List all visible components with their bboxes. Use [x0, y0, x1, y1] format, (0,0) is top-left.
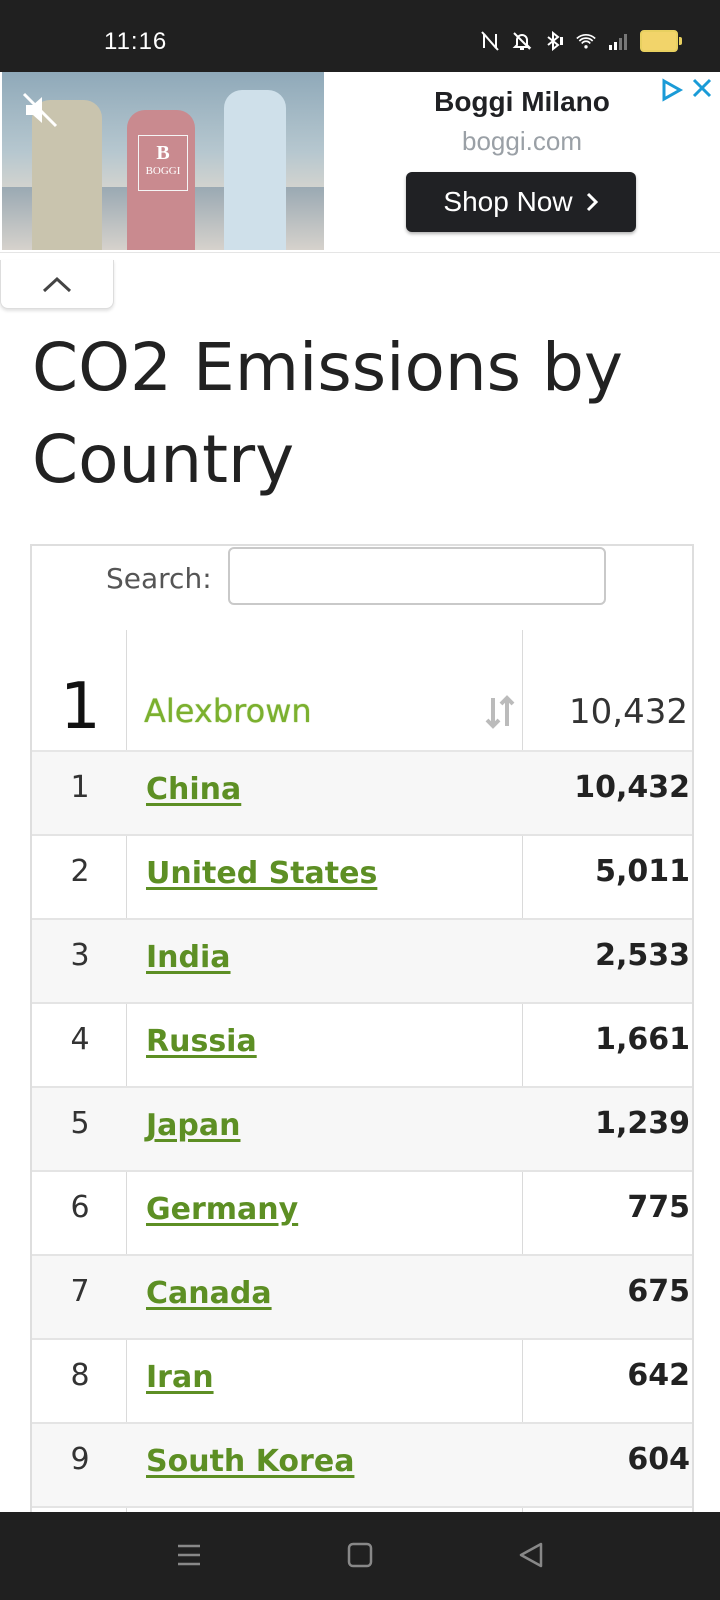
battery-icon — [640, 30, 682, 52]
table-header: 1 Alexbrown 10,432 — [32, 630, 692, 754]
page-title: CO2 Emissions by Country — [32, 329, 623, 498]
navigation-bar — [0, 1512, 720, 1600]
row-value: 604 — [627, 1442, 690, 1477]
header-rank: 1 — [60, 670, 101, 744]
status-time: 11:16 — [104, 28, 168, 55]
row-value: 642 — [627, 1358, 690, 1393]
row-value: 1,239 — [595, 1106, 690, 1141]
country-link[interactable]: United States — [146, 856, 377, 891]
row-value: 675 — [627, 1274, 690, 1309]
country-link[interactable]: Iran — [146, 1360, 214, 1395]
header-value: 10,432 — [569, 692, 688, 732]
menu-icon[interactable] — [176, 1540, 202, 1570]
close-icon[interactable] — [690, 76, 714, 100]
ad-url[interactable]: boggi.com — [324, 126, 720, 157]
search-input[interactable] — [228, 547, 606, 605]
ad-banner[interactable]: B BOGGI Boggi Milano boggi.com Shop Now — [0, 72, 720, 253]
mute-icon[interactable] — [20, 90, 60, 130]
row-value: 2,533 — [595, 938, 690, 973]
emissions-table: Search: 1 Alexbrown 10,432 1 China 10,43… — [30, 544, 694, 1512]
country-link[interactable]: Japan — [146, 1108, 240, 1143]
table-row: 9 South Korea 604 — [32, 1424, 692, 1508]
shop-now-button[interactable]: Shop Now — [406, 172, 636, 232]
collapse-ad-button[interactable] — [0, 260, 114, 309]
country-link[interactable]: Germany — [146, 1192, 298, 1227]
search-label: Search: — [106, 562, 212, 595]
table-row: 8 Iran 642 — [32, 1340, 692, 1424]
signal-icon — [609, 34, 627, 50]
back-triangle-icon[interactable] — [518, 1540, 544, 1570]
country-link[interactable]: South Korea — [146, 1444, 354, 1479]
row-rank: 1 — [70, 770, 90, 805]
home-square-icon[interactable] — [347, 1540, 373, 1570]
country-link[interactable]: China — [146, 772, 241, 807]
brand-badge: B BOGGI — [138, 135, 188, 191]
row-value: 10,432 — [574, 770, 690, 805]
nfc-off-icon — [481, 31, 499, 51]
row-rank: 7 — [70, 1274, 90, 1309]
row-rank: 2 — [70, 854, 90, 889]
chevron-up-icon — [42, 276, 72, 293]
bell-off-icon — [512, 32, 532, 50]
brand-badge-text: BOGGI — [145, 165, 181, 177]
row-value: 775 — [627, 1190, 690, 1225]
table-row: 2 United States 5,011 — [32, 836, 692, 920]
table-row: 5 Japan 1,239 — [32, 1088, 692, 1172]
row-rank: 9 — [70, 1442, 90, 1477]
shop-now-label: Shop Now — [443, 186, 573, 217]
row-rank: 6 — [70, 1190, 90, 1225]
bluetooth-icon — [547, 31, 563, 51]
table-body: 1 China 10,432 2 United States 5,011 3 I… — [32, 752, 692, 1508]
country-link[interactable]: Canada — [146, 1276, 272, 1311]
row-rank: 5 — [70, 1106, 90, 1141]
header-name-sortable[interactable]: Alexbrown — [144, 692, 312, 730]
table-row: 4 Russia 1,661 — [32, 1004, 692, 1088]
country-link[interactable]: Russia — [146, 1024, 257, 1059]
ad-image[interactable]: B BOGGI — [2, 72, 324, 250]
table-row: 7 Canada 675 — [32, 1256, 692, 1340]
status-bar: 11:16 — [0, 0, 720, 72]
row-rank: 4 — [70, 1022, 90, 1057]
row-rank: 8 — [70, 1358, 90, 1393]
status-icons — [480, 30, 682, 52]
brand-badge-letter: B — [156, 142, 170, 164]
table-row: 3 India 2,533 — [32, 920, 692, 1004]
sort-icon[interactable] — [484, 694, 516, 730]
wifi-icon — [576, 34, 596, 49]
row-value: 5,011 — [595, 854, 690, 889]
table-row: 6 Germany 775 — [32, 1172, 692, 1256]
country-link[interactable]: India — [146, 940, 231, 975]
row-value: 1,661 — [595, 1022, 690, 1057]
adchoices-icon[interactable] — [660, 78, 684, 102]
chevron-right-icon — [586, 192, 598, 212]
row-rank: 3 — [70, 938, 90, 973]
table-row: 1 China 10,432 — [32, 752, 692, 836]
